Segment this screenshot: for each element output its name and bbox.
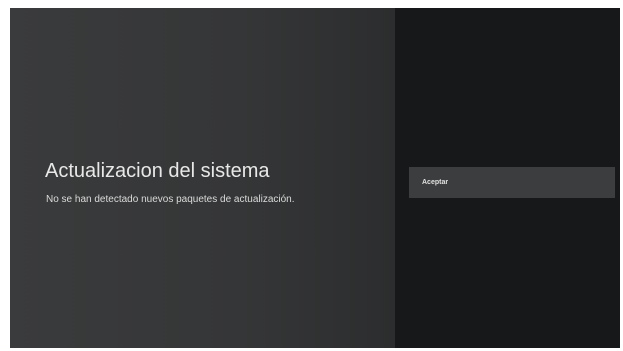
dialog-message: No se han detectado nuevos paquetes de a… xyxy=(46,194,295,205)
tv-screen: Actualizacion del sistema No se han dete… xyxy=(10,8,620,348)
info-panel: Actualizacion del sistema No se han dete… xyxy=(10,8,395,348)
actions-panel: Aceptar xyxy=(395,8,620,348)
accept-button[interactable]: Aceptar xyxy=(409,167,615,198)
dialog-title: Actualizacion del sistema xyxy=(45,160,270,182)
